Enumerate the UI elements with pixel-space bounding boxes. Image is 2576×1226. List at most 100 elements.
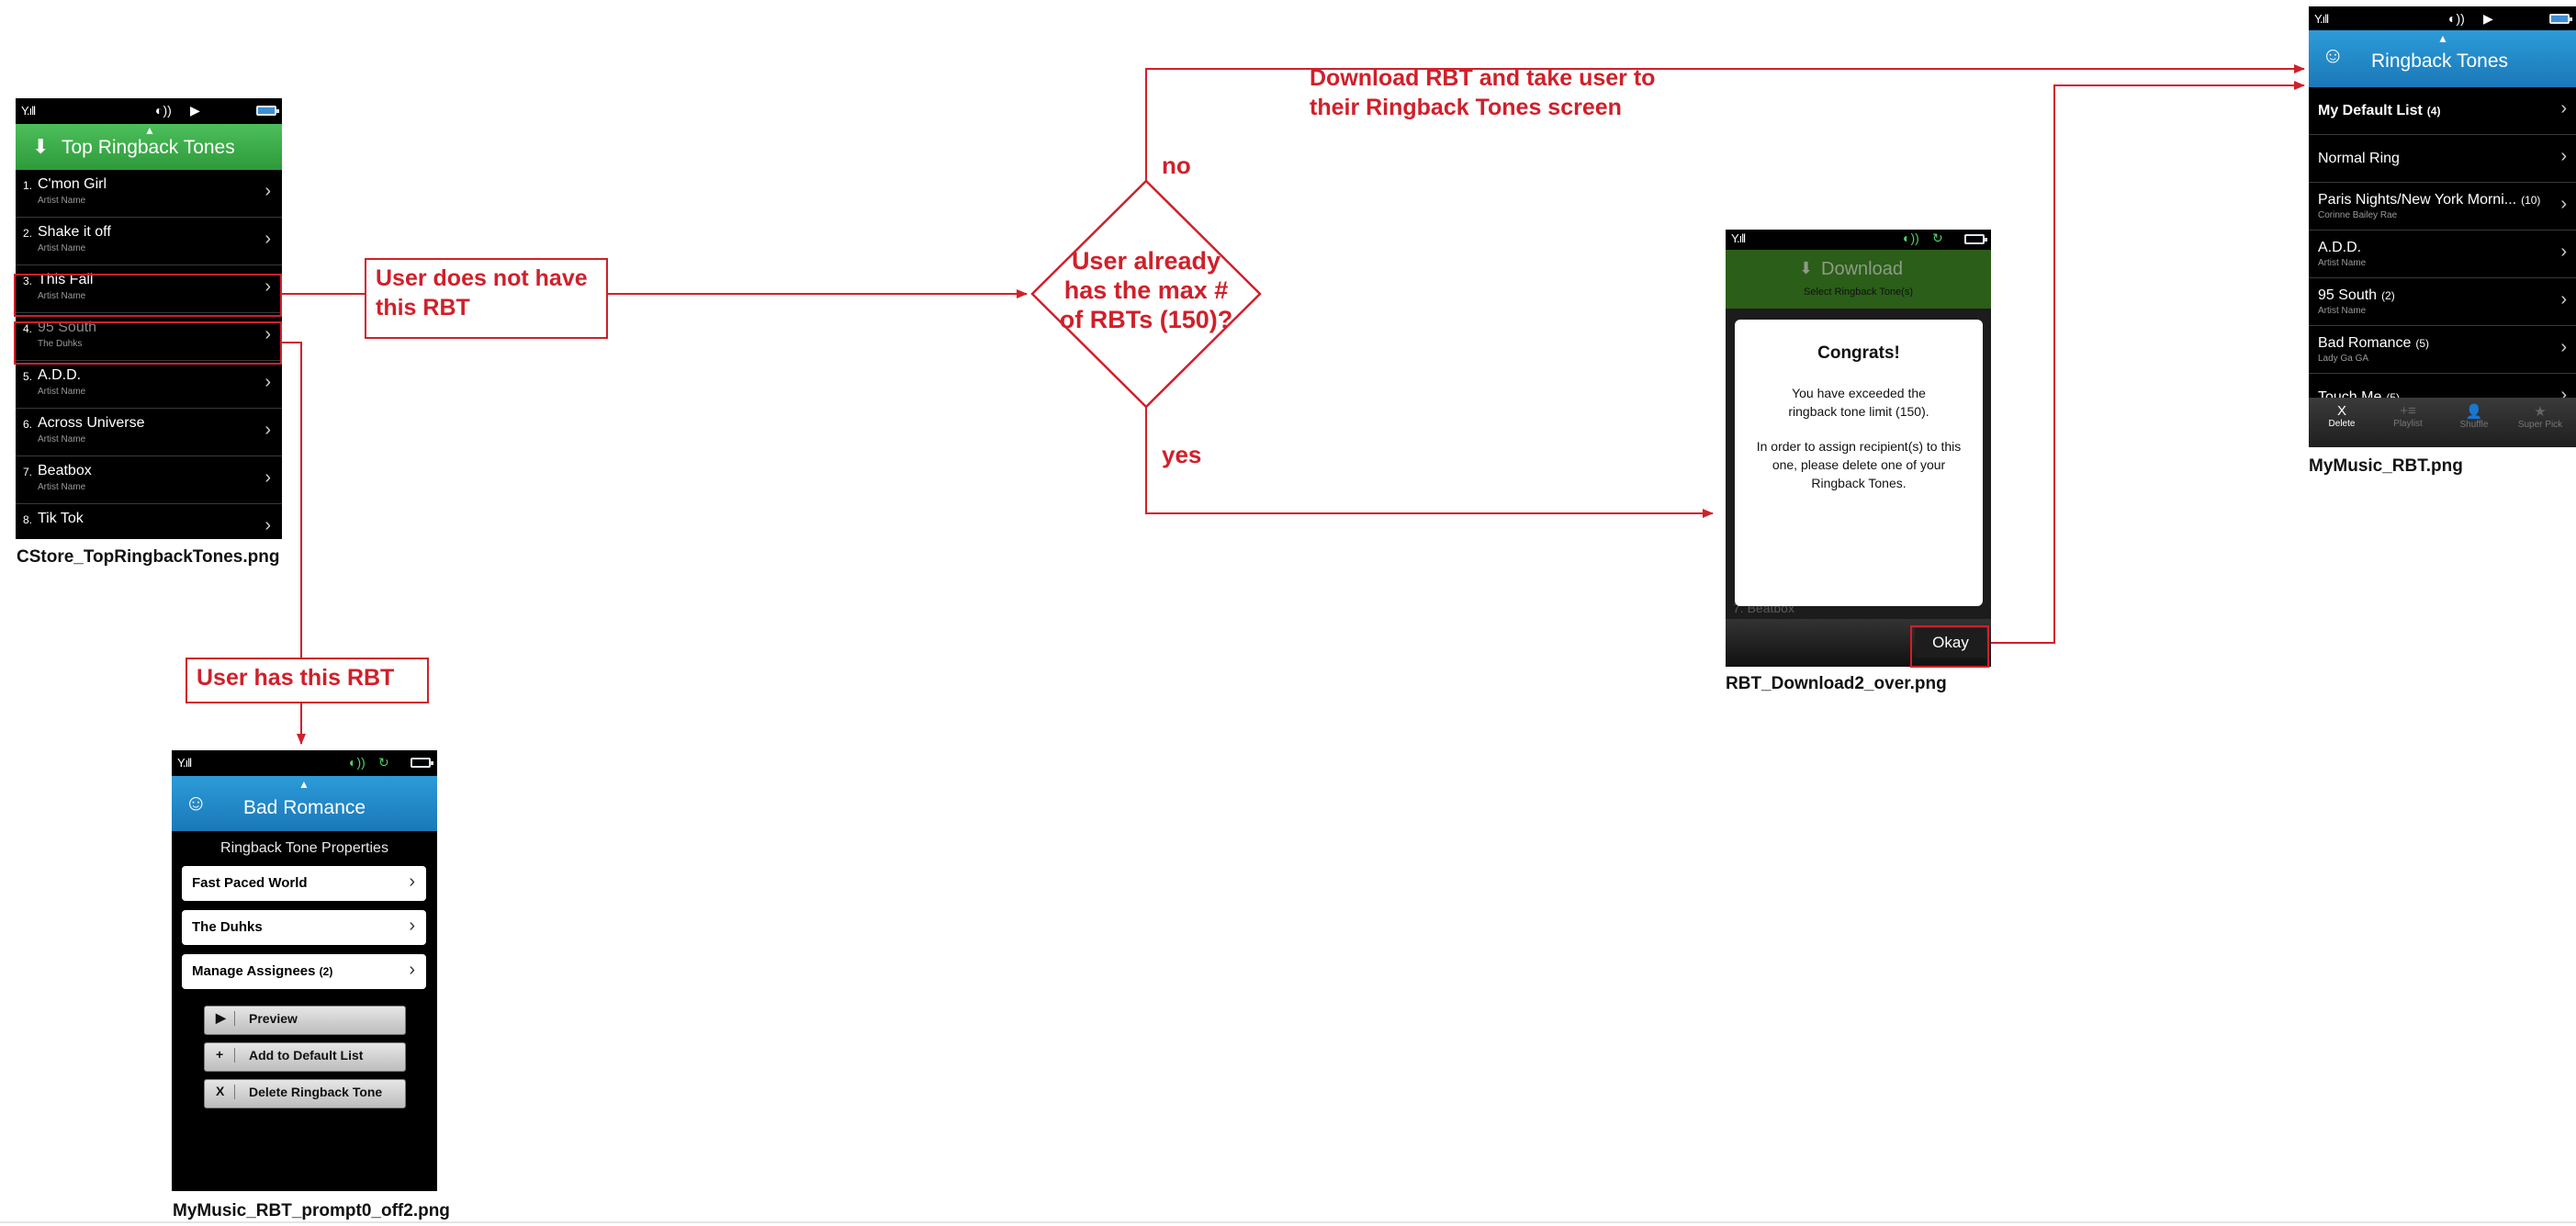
connector-okay-to-ringback (1988, 81, 2305, 644)
play-icon: ▶ (190, 103, 200, 118)
playlist-icon: +≡ (2400, 403, 2416, 419)
chevron-right-icon: › (264, 420, 271, 440)
manage-assignees-label: Manage Assignees (192, 963, 316, 979)
row-title-text: My Default List (2318, 103, 2423, 118)
row-subtitle: Lady Ga GA (2318, 354, 2369, 364)
screen-rbt-download: Y.ıll ◐)) ↻ ⬇ Download Select Ringback T… (1726, 230, 1991, 667)
header: ▲ ⬇ Top Ringback Tones (16, 124, 282, 170)
battery-icon (2549, 14, 2572, 24)
toolbar-label: Super Pick (2517, 420, 2563, 430)
ringback-tone-row[interactable]: Bad Romance (5) Lady Ga GA › (2309, 326, 2576, 374)
battery-icon (1964, 234, 1987, 244)
ringback-tone-row[interactable]: Paris Nights/New York Morni... (10) Corinn… (2309, 183, 2576, 231)
toolbar-delete-button[interactable]: X Delete (2316, 403, 2368, 429)
preview-button[interactable]: ▶ Preview (204, 1006, 406, 1035)
page-title: Top Ringback Tones (62, 137, 235, 158)
status-bar: Y.ıll ◐)) ▶ (16, 98, 282, 124)
chevron-right-icon: › (409, 916, 415, 936)
ringback-tone-row[interactable]: Normal Ring › (2309, 135, 2576, 183)
chevron-right-icon: › (264, 229, 271, 249)
no-label: no (1162, 152, 1191, 179)
ringback-row[interactable]: 2. Shake it off Artist Name › (16, 218, 282, 265)
dialog-title: Congrats! (1817, 343, 1900, 363)
limit-dialog: Congrats! You have exceeded the ringback… (1735, 320, 1983, 606)
row-count: (10) (2521, 194, 2541, 207)
toolbar-label: Shuffle (2459, 420, 2489, 430)
row-title-text: A.D.D. (2318, 240, 2362, 255)
menu-item-label: The Duhks (192, 919, 263, 935)
row-title: Beatbox (38, 463, 92, 478)
menu-item-manage-assignees[interactable]: Manage Assignees (2) › (182, 954, 426, 989)
button-separator (234, 1048, 235, 1063)
row-title: Shake it off (38, 224, 111, 240)
note-user-not-have-rbt: User does not have this RBT (365, 258, 608, 339)
header: ▲ ☺ Bad Romance (172, 776, 437, 831)
button-separator (234, 1085, 235, 1099)
row-subtitle: Artist Name (38, 243, 86, 253)
ringback-row[interactable]: 1. C'mon Girl Artist Name › (16, 170, 282, 218)
caption-mymusic: MyMusic_RBT.png (2309, 456, 2463, 476)
highlight-row-95-south (14, 321, 282, 365)
toolbar-assign-button[interactable]: 👤 Shuffle (2448, 403, 2500, 430)
signal-icon: Y.ıll (2314, 12, 2329, 26)
ringback-row[interactable]: 8. Tik Tok › (16, 504, 282, 539)
note-user-not-have-rbt-line2: this RBT (376, 295, 470, 321)
button-separator (234, 1011, 235, 1026)
screen-ringback-prompt: Y.ıll ◐)) ↻ ▲ ☺ Bad Romance Ringback Ton… (172, 750, 437, 1191)
ringback-tone-row[interactable]: My Default List (4) › (2309, 87, 2576, 135)
battery-icon (411, 758, 433, 768)
caret-up-icon: ▲ (2437, 32, 2448, 45)
chevron-right-icon: › (2560, 194, 2567, 214)
row-number: 6. (23, 418, 33, 431)
menu-item-label: Manage Assignees (2) (192, 963, 332, 979)
row-subtitle: Artist Name (2318, 306, 2367, 316)
download-arrow-icon: ⬇ (1799, 259, 1814, 277)
row-count: (4) (2426, 105, 2441, 118)
row-title: Tik Tok (38, 511, 84, 526)
dialog-message-1: You have exceeded the ringback tone limi… (1788, 386, 1929, 419)
play-icon: ▶ (216, 1010, 226, 1025)
menu-item-the-duhks[interactable]: The Duhks › (182, 910, 426, 945)
page-title: Bad Romance (243, 797, 366, 818)
caption-top-ringback: CStore_TopRingbackTones.png (17, 547, 280, 567)
ringback-user-icon: ☺ (185, 791, 208, 815)
menu-item-fast-paced-world[interactable]: Fast Paced World › (182, 866, 426, 901)
sync-icon: ↻ (378, 755, 389, 770)
row-subtitle: Artist Name (38, 482, 86, 492)
decision-line3: of RBTs (150)? (1059, 306, 1233, 333)
row-title: Bad Romance (5) (2318, 335, 2429, 352)
chevron-right-icon: › (264, 181, 271, 201)
row-title-text: Normal Ring (2318, 151, 2400, 166)
signal-icon: Y.ıll (177, 756, 192, 770)
ringback-tone-row[interactable]: A.D.D. Artist Name › (2309, 231, 2576, 278)
header: ▲ ☺ Ringback Tones (2309, 30, 2576, 87)
row-subtitle: Corinne Bailey Rae (2318, 210, 2398, 220)
chevron-right-icon: › (2560, 146, 2567, 166)
row-count: (2) (2381, 289, 2395, 302)
ringback-tones-list: My Default List (4) › Normal Ring › Paris Nig… (2309, 87, 2576, 422)
row-title-text: Bad Romance (2318, 335, 2412, 351)
row-number: 5. (23, 370, 33, 383)
row-subtitle: Artist Name (2318, 258, 2367, 268)
status-bar: Y.ıll ◐)) ▶ (2309, 6, 2576, 30)
delete-ringback-tone-button[interactable]: X Delete Ringback Tone (204, 1079, 406, 1108)
chevron-right-icon: › (264, 515, 271, 535)
battery-icon (256, 106, 279, 116)
speaker-icon: ◐)) (155, 103, 172, 118)
ringback-tone-row[interactable]: 95 South (2) Artist Name › (2309, 278, 2576, 326)
play-icon: ▶ (2483, 11, 2493, 26)
ringback-row[interactable]: 6. Across Universe Artist Name › (16, 409, 282, 456)
toolbar-super-pick-button[interactable]: ★ Super Pick (2514, 403, 2566, 430)
add-to-default-list-button[interactable]: + Add to Default List (204, 1042, 406, 1072)
row-number: 8. (23, 513, 33, 526)
no-branch-note-line1: Download RBT and take user to (1310, 65, 1656, 91)
highlight-row-this-fall (14, 274, 282, 317)
ringback-row[interactable]: 5. A.D.D. Artist Name › (16, 361, 282, 409)
toolbar-playlist-button[interactable]: +≡ Playlist (2382, 403, 2434, 429)
ringback-row[interactable]: 7. Beatbox Artist Name › (16, 456, 282, 504)
row-subtitle: Artist Name (38, 387, 86, 397)
row-title: A.D.D. (38, 367, 82, 383)
delete-icon: X (2336, 403, 2346, 419)
status-bar: Y.ıll ◐)) ↻ (172, 750, 437, 776)
chevron-right-icon: › (409, 960, 415, 980)
